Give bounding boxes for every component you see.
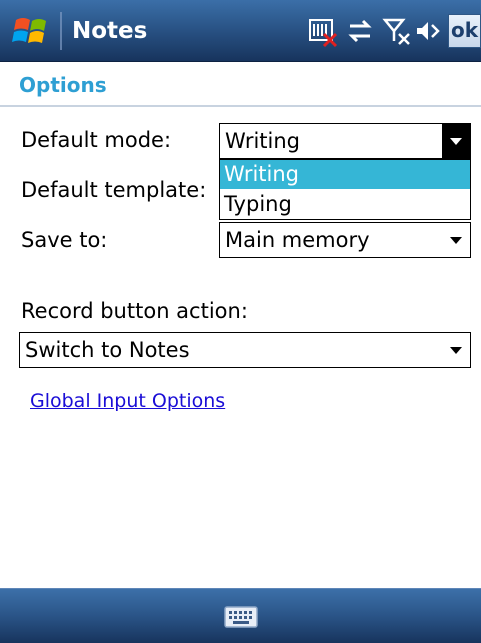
record-button-action-label: Record button action: [21,299,248,323]
keyboard-icon[interactable] [223,601,259,631]
app-title: Notes [72,18,148,44]
save-to-label: Save to: [21,228,108,252]
default-mode-label: Default mode: [21,128,172,152]
save-to-value: Main memory [225,228,370,252]
connectivity-icon[interactable] [344,14,376,48]
record-button-action-value: Switch to Notes [25,338,190,362]
title-bar: Notes ok [0,0,481,62]
global-input-options-link[interactable]: Global Input Options [30,390,225,412]
default-mode-select[interactable]: Writing [219,123,471,159]
page-title: Options [19,73,107,97]
dropdown-option-typing[interactable]: Typing [220,190,470,219]
default-template-label: Default template: [21,178,207,202]
title-separator [60,12,62,50]
windows-start-icon[interactable] [8,12,54,50]
bottom-menu-bar [0,588,481,643]
default-mode-dropdown-list: Writing Typing [219,159,471,220]
chevron-down-icon[interactable] [442,223,470,257]
speaker-icon[interactable] [414,14,444,48]
chevron-down-icon[interactable] [442,124,470,158]
save-to-select[interactable]: Main memory [219,222,471,258]
chevron-down-icon[interactable] [442,333,470,367]
ok-button[interactable]: ok [448,14,481,48]
sim-error-icon[interactable] [306,14,340,48]
dropdown-option-writing[interactable]: Writing [220,160,470,189]
default-mode-value: Writing [225,129,300,153]
record-button-action-select[interactable]: Switch to Notes [19,332,471,368]
no-signal-icon[interactable] [382,14,412,48]
header-divider [0,105,481,107]
